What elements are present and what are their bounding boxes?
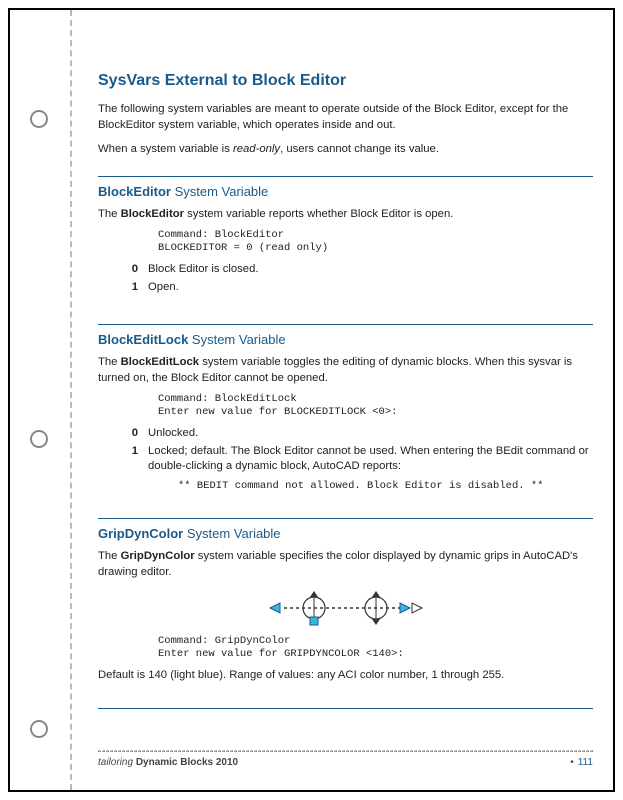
section-body: The BlockEditLock system variable toggle… (98, 355, 593, 387)
section-rule (98, 176, 593, 177)
heading-label: System Variable (183, 526, 280, 541)
text: Locked; default. The Block Editor cannot… (148, 445, 589, 473)
text: The (98, 356, 121, 368)
def-value: Locked; default. The Block Editor cannot… (148, 444, 593, 494)
definition-row: 1 Open. (120, 280, 593, 296)
text: Dynamic Blocks 2010 (136, 757, 238, 768)
text: , users cannot change its value. (280, 143, 439, 155)
definition-list: 0 Block Editor is closed. 1 Open. (120, 262, 593, 296)
section-body: The GripDynColor system variable specifi… (98, 549, 593, 581)
sysvar-name: BlockEditor (98, 184, 171, 199)
binder-hole (30, 110, 48, 128)
text: The (98, 208, 121, 220)
definition-row: 1 Locked; default. The Block Editor cann… (120, 444, 593, 494)
code-inline: ** BEDIT command not allowed. Block Edit… (178, 479, 593, 494)
code-block: Command: BlockEditor BLOCKEDITOR = 0 (re… (158, 229, 593, 256)
text: tailoring (98, 757, 136, 768)
sysvar-ref: BlockEditLock (121, 356, 199, 368)
binding-perforation (70, 10, 72, 790)
section-rule (98, 324, 593, 325)
text: When a system variable is (98, 143, 233, 155)
footer-page-number: •111 (570, 756, 593, 770)
sysvar-name: BlockEditLock (98, 332, 188, 347)
bullet-icon: • (570, 757, 578, 768)
page-footer: tailoring Dynamic Blocks 2010 •111 (98, 751, 593, 770)
def-value: Unlocked. (148, 426, 593, 442)
def-value: Open. (148, 280, 593, 296)
section-body-2: Default is 140 (light blue). Range of va… (98, 668, 593, 684)
code-block: Command: BlockEditLock Enter new value f… (158, 393, 593, 420)
text: system variable reports whether Block Ed… (184, 208, 453, 220)
definition-row: 0 Block Editor is closed. (120, 262, 593, 278)
code-block: Command: GripDynColor Enter new value fo… (158, 635, 593, 662)
sysvar-name: GripDynColor (98, 526, 183, 541)
page-title: SysVars External to Block Editor (98, 70, 593, 92)
section-body: The BlockEditor system variable reports … (98, 207, 593, 223)
grip-illustration (266, 589, 426, 627)
text-emphasis: read-only (233, 143, 280, 155)
def-key: 0 (120, 262, 138, 278)
heading-label: System Variable (188, 332, 285, 347)
binder-hole (30, 720, 48, 738)
sysvar-ref: GripDynColor (121, 550, 195, 562)
footer-book-title: tailoring Dynamic Blocks 2010 (98, 756, 238, 770)
intro-paragraph-1: The following system variables are meant… (98, 102, 593, 134)
def-key: 1 (120, 444, 138, 494)
definition-row: 0 Unlocked. (120, 426, 593, 442)
def-value: Block Editor is closed. (148, 262, 593, 278)
section-rule (98, 518, 593, 519)
intro-paragraph-2: When a system variable is read-only, use… (98, 142, 593, 158)
page-number: 111 (578, 757, 593, 768)
def-key: 0 (120, 426, 138, 442)
section-heading-gripdyncolor: GripDynColor System Variable (98, 525, 593, 543)
def-key: 1 (120, 280, 138, 296)
sysvar-ref: BlockEditor (121, 208, 184, 220)
text: The (98, 550, 121, 562)
definition-list: 0 Unlocked. 1 Locked; default. The Block… (120, 426, 593, 494)
section-rule (98, 708, 593, 709)
heading-label: System Variable (171, 184, 268, 199)
binder-hole (30, 430, 48, 448)
page-content: SysVars External to Block Editor The fol… (98, 70, 593, 770)
section-heading-blockeditlock: BlockEditLock System Variable (98, 331, 593, 349)
section-heading-blockeditor: BlockEditor System Variable (98, 183, 593, 201)
